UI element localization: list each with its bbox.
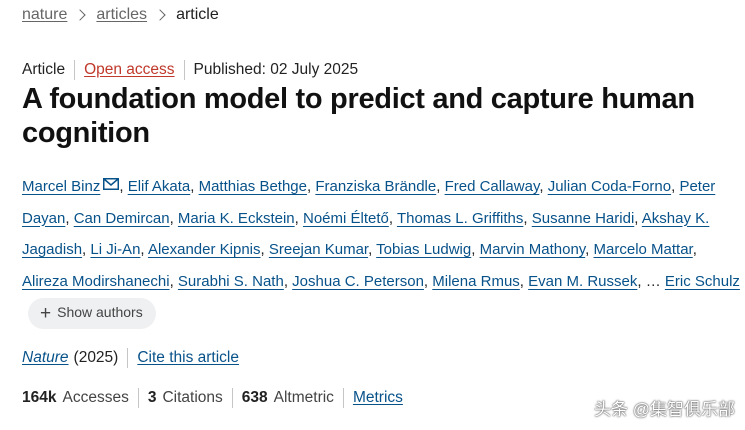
breadcrumb-nature[interactable]: nature	[22, 6, 67, 24]
author-link[interactable]: Thomas L. Griffiths	[397, 210, 523, 227]
author-link[interactable]: Julian Coda-Forno	[548, 178, 671, 195]
author-link[interactable]: Elif Akata	[128, 178, 191, 195]
chevron-right-icon	[74, 9, 87, 21]
author-ellipsis: …	[645, 272, 661, 290]
article-meta: Article Open access Published: 02 July 2…	[22, 60, 358, 80]
author-list: Marcel Binz, Elif Akata, Matthias Bethge…	[22, 171, 740, 329]
divider	[127, 348, 129, 368]
article-metrics: 164k Accesses 3 Citations 638 Altmetric …	[22, 388, 403, 408]
author-link[interactable]: Marvin Mathony	[480, 241, 586, 258]
author-link[interactable]: Alireza Modirshanechi	[22, 273, 170, 290]
divider	[137, 388, 139, 408]
show-authors-button[interactable]: + Show authors	[28, 297, 156, 329]
author-link[interactable]: Fred Callaway	[445, 178, 540, 195]
divider	[74, 60, 76, 80]
breadcrumb: nature articles article	[22, 4, 219, 26]
author-link[interactable]: Susanne Haridi	[532, 210, 635, 227]
author-link[interactable]: Can Demircan	[74, 210, 170, 227]
open-access-link[interactable]: Open access	[84, 61, 174, 79]
published-date: Published: 02 July 2025	[193, 61, 359, 78]
mail-icon[interactable]	[103, 178, 120, 190]
author-link[interactable]: Noémi Éltető	[303, 210, 389, 227]
cite-article-link[interactable]: Cite this article	[137, 349, 239, 367]
breadcrumb-articles[interactable]: articles	[96, 6, 147, 24]
chevron-right-icon	[154, 9, 166, 21]
metrics-link[interactable]: Metrics	[353, 389, 403, 407]
journal-link[interactable]: Nature	[22, 349, 69, 367]
journal-info: Nature (2025) Cite this article	[22, 348, 239, 368]
author-link[interactable]: Franziska Brändle	[315, 178, 436, 195]
author-link[interactable]: Maria K. Eckstein	[178, 210, 295, 227]
divider	[183, 60, 185, 80]
author-link[interactable]: Surabhi S. Nath	[178, 273, 284, 290]
author-link[interactable]: Marcel Binz	[22, 178, 100, 195]
watermark: 头条 @集智俱乐部	[594, 400, 735, 419]
plus-icon: +	[40, 302, 52, 324]
author-link[interactable]: Joshua C. Peterson	[292, 273, 424, 290]
divider	[231, 388, 233, 408]
show-authors-label: Show authors	[57, 304, 143, 321]
accesses-label: Accesses	[62, 389, 129, 406]
altmetric-score: 638	[241, 389, 268, 406]
author-link[interactable]: Matthias Bethge	[199, 178, 307, 195]
journal-year: (2025)	[73, 349, 119, 366]
divider	[342, 388, 344, 408]
author-link[interactable]: Sreejan Kumar	[269, 241, 368, 258]
author-link[interactable]: Tobias Ludwig	[376, 241, 471, 258]
author-link[interactable]: Alexander Kipnis	[148, 241, 261, 258]
accesses-count: 164k	[22, 389, 57, 406]
author-link[interactable]: Li Ji-An	[90, 241, 140, 258]
article-type: Article	[22, 61, 66, 78]
author-link[interactable]: Evan M. Russek	[528, 273, 637, 290]
breadcrumb-current: article	[176, 6, 219, 23]
citations-count: 3	[147, 389, 157, 406]
author-link[interactable]: Milena Rmus	[432, 273, 520, 290]
author-link[interactable]: Marcelo Mattar	[594, 241, 693, 258]
article-title: A foundation model to predict and captur…	[22, 83, 695, 149]
altmetric-label: Altmetric	[273, 389, 334, 406]
author-link[interactable]: Eric Schulz	[665, 273, 740, 290]
citations-label: Citations	[162, 389, 223, 406]
